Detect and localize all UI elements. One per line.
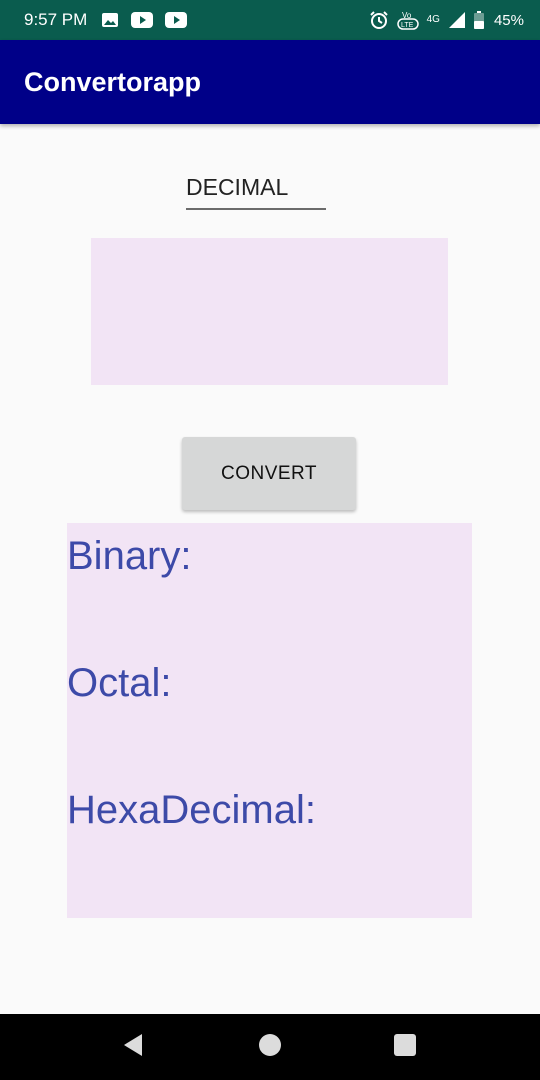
network-type: 4G [426, 14, 440, 25]
signal-icon [448, 11, 466, 29]
battery-icon [473, 11, 484, 29]
app-bar: Convertorapp [0, 40, 540, 124]
status-time: 9:57 PM [24, 10, 88, 29]
svg-text:Vo: Vo [402, 11, 412, 20]
navigation-bar [0, 1014, 540, 1080]
alarm-icon [369, 10, 389, 30]
status-bar: 9:57 PM Vo LTE 4G 45% [0, 0, 540, 40]
back-button[interactable] [108, 1014, 158, 1080]
battery-percentage: 45% [493, 11, 524, 29]
youtube-icon [165, 12, 188, 28]
app-title: Convertorapp [24, 66, 202, 97]
youtube-icon [131, 12, 154, 28]
input-panel [91, 238, 448, 385]
recents-button[interactable] [380, 1014, 430, 1080]
binary-label: Binary: [67, 534, 192, 578]
image-icon [101, 11, 119, 29]
back-icon [121, 1032, 145, 1063]
convert-button[interactable]: CONVERT [182, 437, 356, 510]
results-panel: Binary: Octal: HexaDecimal: [67, 523, 472, 918]
home-icon [258, 1033, 282, 1062]
recents-icon [394, 1033, 416, 1061]
hexadecimal-label: HexaDecimal: [67, 788, 316, 832]
decimal-input[interactable] [186, 170, 326, 210]
volte-icon: Vo LTE [396, 10, 419, 30]
home-button[interactable] [245, 1014, 295, 1080]
octal-label: Octal: [67, 661, 172, 705]
svg-text:LTE: LTE [401, 22, 414, 29]
